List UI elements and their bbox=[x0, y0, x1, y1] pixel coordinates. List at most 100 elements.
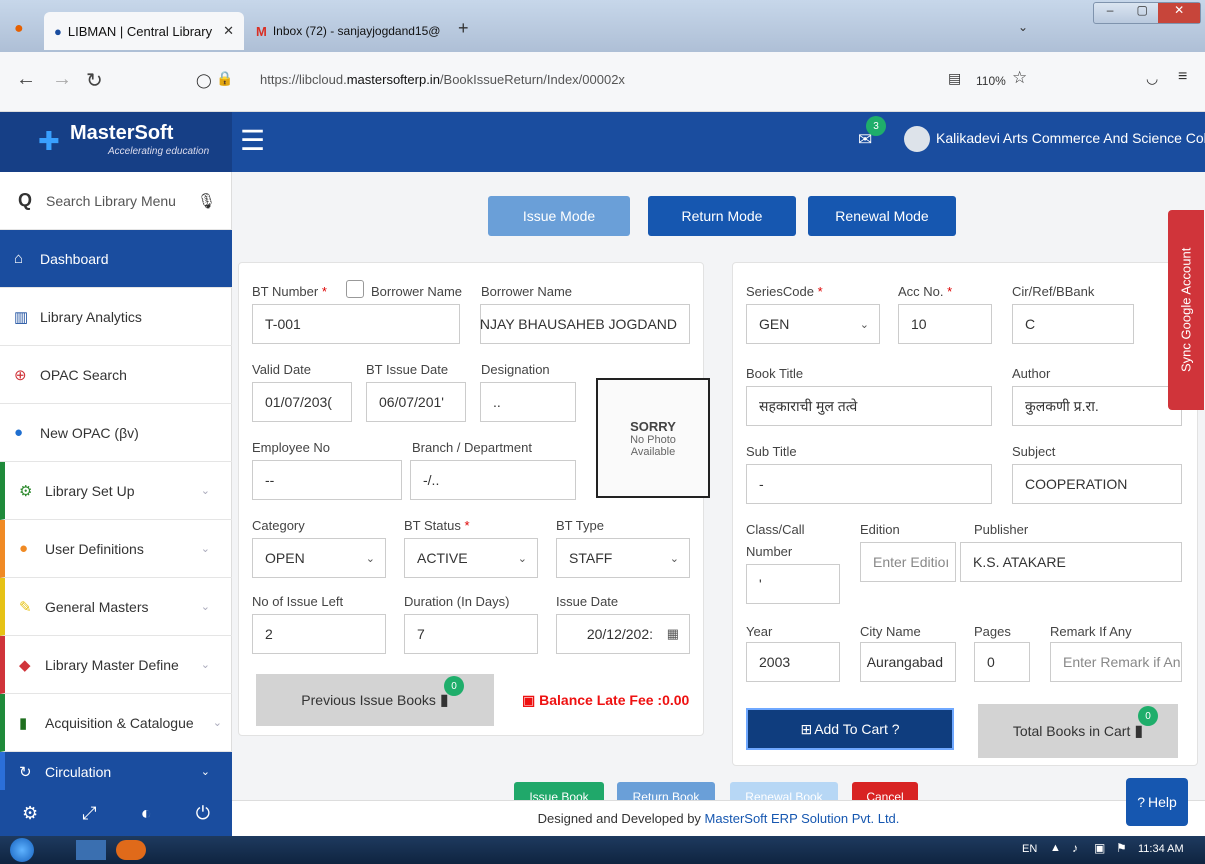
pocket-icon[interactable]: ◡ bbox=[1146, 70, 1158, 87]
power-icon[interactable]: ⏻ bbox=[196, 803, 210, 824]
author-input[interactable]: कुलकणी प्र.रा. bbox=[1012, 386, 1182, 426]
footer-prefix: Designed and Developed by bbox=[537, 811, 705, 826]
series-code-select[interactable]: GEN ⌄ bbox=[746, 304, 880, 344]
sidebar-item-opac-search[interactable]: ⊕ OPAC Search bbox=[0, 346, 232, 404]
reader-view-icon[interactable]: ▤ bbox=[948, 70, 961, 87]
url-path: /BookIssueReturn/Index/00002x bbox=[439, 72, 625, 87]
hamburger-menu-icon[interactable]: ☰ bbox=[240, 124, 265, 157]
class-number-input[interactable]: ' bbox=[746, 564, 840, 604]
flag-icon[interactable]: ⚑ bbox=[1116, 841, 1127, 855]
sync-google-account-button[interactable]: Sync Google Account bbox=[1168, 210, 1204, 410]
designation-input[interactable]: .. bbox=[480, 382, 576, 422]
branch-input[interactable]: -/.. bbox=[410, 460, 576, 500]
sidebar-item-library-analytics[interactable]: ▥ Library Analytics bbox=[0, 288, 232, 346]
lock-icon[interactable]: 🔒 bbox=[216, 70, 233, 87]
language-indicator[interactable]: EN bbox=[1022, 843, 1037, 855]
add-to-cart-button[interactable]: ⊞ Add To Cart ? bbox=[746, 708, 954, 750]
sidebar-item-library-setup[interactable]: ⚙ Library Set Up ⌄ bbox=[0, 462, 232, 520]
employee-no-input[interactable]: -- bbox=[252, 460, 402, 500]
sidebar-item-label: Library Analytics bbox=[40, 308, 142, 325]
sidebar-item-user-definitions[interactable]: ● User Definitions ⌄ bbox=[0, 520, 232, 578]
tab-list-icon[interactable]: ⌄ bbox=[1018, 20, 1028, 34]
explorer-taskbar-icon[interactable] bbox=[76, 840, 106, 860]
zoom-level[interactable]: 110% bbox=[976, 74, 1006, 88]
avatar[interactable] bbox=[904, 126, 930, 152]
sidebar-item-circulation[interactable]: ↻ Circulation ⌄ bbox=[0, 752, 232, 792]
duration-label: Duration (In Days) bbox=[404, 594, 510, 609]
new-tab-icon[interactable]: + bbox=[458, 18, 469, 39]
microphone-icon[interactable]: 🎙 bbox=[197, 192, 216, 210]
book-title-input[interactable]: सहकाराची मुल तत्वे bbox=[746, 386, 992, 426]
forward-icon[interactable]: → bbox=[52, 68, 72, 91]
tab-libman[interactable]: ● LIBMAN | Central Library ✕ bbox=[44, 12, 244, 50]
duration-input[interactable]: 7 bbox=[404, 614, 538, 654]
issue-date-input[interactable]: 20/12/202: ▦ bbox=[556, 614, 690, 654]
acc-no-input[interactable]: 10 bbox=[898, 304, 992, 344]
sidebar-search[interactable]: Q Search Library Menu 🎙 bbox=[0, 172, 232, 230]
edition-input[interactable]: Enter Editioı bbox=[860, 542, 956, 582]
subject-input[interactable]: COOPERATION bbox=[1012, 464, 1182, 504]
issue-left-label: No of Issue Left bbox=[252, 594, 344, 609]
renewal-mode-button[interactable]: Renewal Mode bbox=[808, 196, 956, 236]
shield-icon[interactable]: ◯ bbox=[196, 72, 212, 89]
address-bar[interactable]: https://libcloud.mastersofterp.in/BookIs… bbox=[260, 72, 625, 87]
help-button[interactable]: ? Help bbox=[1126, 778, 1188, 826]
branch-label: Branch / Department bbox=[412, 440, 532, 455]
sidebar-item-general-masters[interactable]: ✎ General Masters ⌄ bbox=[0, 578, 232, 636]
sidebar-item-library-master-define[interactable]: ◆ Library Master Define ⌄ bbox=[0, 636, 232, 694]
total-books-label: Total Books in Cart bbox=[1012, 723, 1131, 739]
settings-icon[interactable]: ⚙ bbox=[22, 803, 38, 824]
employee-no-label: Employee No bbox=[252, 440, 331, 455]
bt-issue-date-input[interactable]: 06/07/201' bbox=[366, 382, 466, 422]
firefox-taskbar-icon[interactable] bbox=[116, 840, 146, 860]
search-input[interactable]: Search Library Menu bbox=[46, 193, 176, 209]
sidebar-item-dashboard[interactable]: ⌂ Dashboard bbox=[0, 230, 232, 288]
fullscreen-icon[interactable]: ⤢ bbox=[82, 803, 96, 824]
tray-up-icon[interactable]: ▲ bbox=[1050, 842, 1061, 854]
maximize-icon[interactable]: ▢ bbox=[1126, 3, 1158, 23]
close-icon[interactable]: ✕ bbox=[440, 23, 442, 39]
remark-input[interactable]: Enter Remark if An bbox=[1050, 642, 1182, 682]
bt-status-select[interactable]: ACTIVE ⌄ bbox=[404, 538, 538, 578]
bt-number-input[interactable]: T-001 bbox=[252, 304, 460, 344]
issue-mode-button[interactable]: Issue Mode bbox=[488, 196, 630, 236]
url-domain: mastersofterp.in bbox=[346, 72, 440, 87]
borrower-name-input[interactable]: ANJAY BHAUSAHEB JOGDAND bbox=[480, 304, 690, 344]
close-window-icon[interactable]: ✕ bbox=[1158, 3, 1200, 23]
bar-chart-icon: ▥ bbox=[14, 308, 29, 326]
brand-logo[interactable]: ✚ MasterSoft Accelerating education bbox=[0, 112, 232, 172]
sidebar-item-new-opac[interactable]: ● New OPAC (βv) bbox=[0, 404, 232, 462]
class-number-label-2: Number bbox=[746, 544, 793, 559]
category-select[interactable]: OPEN ⌄ bbox=[252, 538, 386, 578]
valid-date-input[interactable]: 01/07/203( bbox=[252, 382, 352, 422]
borrower-name-checkbox[interactable] bbox=[346, 280, 364, 298]
issue-left-input[interactable]: 2 bbox=[252, 614, 386, 654]
tab-inbox[interactable]: M Inbox (72) - sanjayjogdand15@ ✕ bbox=[246, 12, 442, 50]
cir-ref-input[interactable]: C bbox=[1012, 304, 1134, 344]
sidebar-item-label: Dashboard bbox=[40, 250, 109, 267]
footer-company-link[interactable]: MasterSoft ERP Solution Pvt. Ltd. bbox=[705, 811, 900, 826]
city-input[interactable]: Aurangabad bbox=[860, 642, 956, 682]
network-icon[interactable]: ▣ bbox=[1094, 841, 1105, 855]
return-mode-button[interactable]: Return Mode bbox=[648, 196, 796, 236]
bookmark-star-icon[interactable]: ☆ bbox=[1012, 68, 1027, 88]
sidebar-item-label: Library Set Up bbox=[45, 482, 135, 499]
minimize-icon[interactable]: – bbox=[1094, 3, 1126, 23]
balance-late-fee: ▣ Balance Late Fee :0.00 bbox=[522, 692, 690, 708]
previous-issue-books-label: Previous Issue Books bbox=[301, 692, 436, 708]
eye-slash-icon[interactable]: ◐ bbox=[141, 803, 152, 824]
volume-icon[interactable]: ♪ bbox=[1072, 841, 1078, 855]
close-icon[interactable]: ✕ bbox=[223, 23, 234, 39]
sidebar-item-acquisition-catalogue[interactable]: ▮ Acquisition & Catalogue ⌄ bbox=[0, 694, 232, 752]
bt-type-select[interactable]: STAFF ⌄ bbox=[556, 538, 690, 578]
menu-icon[interactable]: ≡ bbox=[1178, 68, 1187, 86]
clock[interactable]: 11:34 AM bbox=[1138, 843, 1184, 855]
reload-icon[interactable]: ↻ bbox=[86, 68, 103, 93]
start-button[interactable] bbox=[10, 838, 34, 862]
back-icon[interactable]: ← bbox=[16, 68, 36, 91]
year-input[interactable]: 2003 bbox=[746, 642, 840, 682]
publisher-input[interactable]: K.S. ATAKARE bbox=[960, 542, 1182, 582]
college-name[interactable]: Kalikadevi Arts Commerce And Science Col… bbox=[936, 130, 1205, 146]
pages-input[interactable]: 0 bbox=[974, 642, 1030, 682]
subtitle-input[interactable]: - bbox=[746, 464, 992, 504]
